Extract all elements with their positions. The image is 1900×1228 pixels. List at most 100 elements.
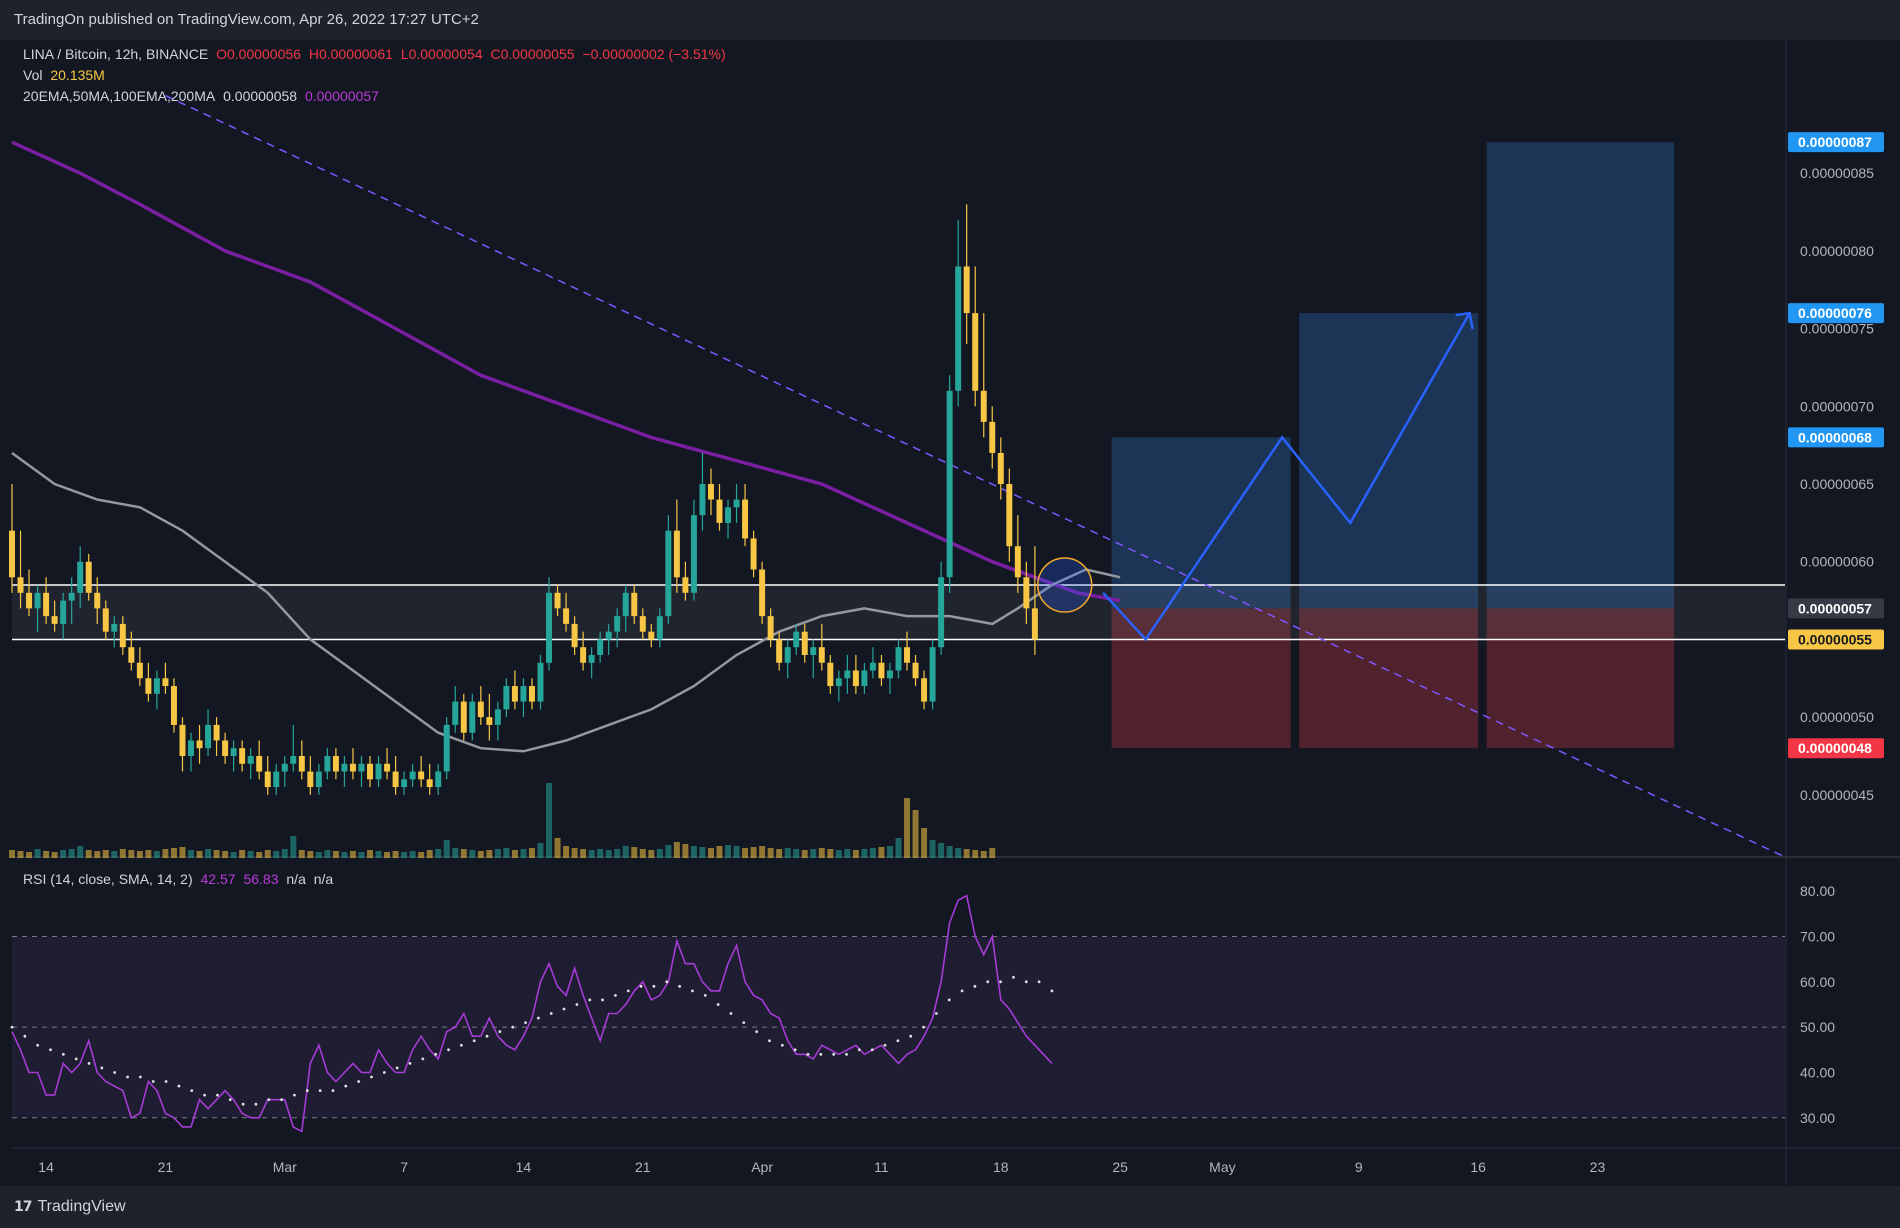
volume-bar (963, 849, 970, 858)
volume-bar (469, 850, 476, 858)
candle-body (256, 755, 263, 772)
volume-bar (486, 850, 493, 858)
candle-body (673, 530, 680, 578)
volume-bar (793, 849, 800, 858)
candle-body (409, 771, 416, 780)
rsi-sma-dot (536, 1016, 540, 1020)
rsi-sma-dot (305, 1089, 309, 1092)
volume-bar (503, 848, 510, 858)
candle-body (818, 647, 825, 663)
price-tick-label: 0.00000070 (1800, 398, 1874, 414)
volume-bar (375, 851, 382, 858)
price-chart[interactable]: 0.000000850.000000800.000000750.00000070… (0, 0, 1900, 1228)
volume-bar (332, 851, 339, 858)
candle-body (886, 670, 893, 679)
time-axis-ticks: 14 21 Mar 7 14 21 Apr 11 18 25 May 9 16 23 (38, 1159, 1605, 1175)
volume-bar (26, 852, 33, 858)
volume-bar (597, 849, 604, 858)
ma-label: 20EMA,50MA,100EMA,200MA (23, 88, 216, 104)
candle-body (213, 724, 220, 741)
tradingview-logo-text: TradingView (37, 1198, 126, 1215)
rsi-sma-dot (254, 1102, 258, 1106)
volume-bar (631, 847, 638, 858)
candle-body (827, 662, 834, 687)
rsi-sma-dot (382, 1071, 386, 1074)
rsi-sma-dot (819, 1052, 823, 1056)
volume-bar (60, 850, 67, 858)
candle-body (733, 499, 740, 508)
volume-bar (77, 846, 84, 858)
volume-bar (85, 850, 92, 858)
rsi-na-1: n/a (286, 871, 306, 887)
volume-bar (844, 849, 851, 858)
rsi-sma-dot (742, 1021, 746, 1024)
volume-bar (639, 849, 646, 858)
volume-bar (273, 851, 280, 858)
tradingview-logo[interactable]: 17 TradingView (14, 1198, 126, 1216)
volume-bar (111, 851, 118, 858)
rsi-sma-dot (357, 1080, 361, 1083)
low-value: L0.00000054 (400, 46, 483, 62)
volume-bar (878, 847, 885, 858)
candle-body (528, 686, 535, 702)
candle-body (230, 748, 237, 756)
volume-bar (315, 852, 322, 858)
candle-body (298, 755, 305, 772)
volume-bar (563, 846, 570, 858)
candle-body (17, 577, 24, 593)
candle-body (682, 577, 689, 593)
volume-bar (895, 838, 902, 858)
volume-bar (946, 846, 953, 858)
ma-legend: 20EMA,50MA,100EMA,200MA 0.00000058 0.000… (23, 88, 383, 104)
volume-bar (119, 849, 126, 858)
rsi-sma-dot (190, 1089, 194, 1092)
candle-body (588, 654, 595, 663)
rsi-sma-dot (485, 1034, 489, 1038)
rsi-sma-dot (23, 1034, 27, 1038)
rsi-sma-dot (511, 1025, 515, 1029)
candle-body (622, 592, 629, 617)
volume-bar (222, 851, 229, 858)
candle-body (571, 623, 578, 648)
candle-body (904, 647, 911, 663)
volume-bar (136, 851, 143, 858)
candle-body (725, 507, 732, 523)
time-tick-label: Apr (751, 1159, 773, 1175)
candle-body (358, 763, 365, 772)
volume-bar (614, 849, 621, 858)
candle-body (1006, 484, 1013, 547)
candle-body (699, 484, 706, 516)
volume-bar (170, 848, 177, 858)
time-tick-label: 14 (38, 1159, 54, 1175)
candle-body (546, 592, 552, 663)
volume-bar (247, 851, 254, 858)
volume-bar (690, 846, 697, 858)
time-tick-label: May (1209, 1159, 1235, 1175)
volume-bar (921, 828, 928, 858)
candle-body (477, 701, 484, 718)
candle-body (9, 530, 15, 578)
rsi-sma-dot (447, 1048, 450, 1052)
candle-body (102, 608, 109, 632)
candle-body (486, 717, 493, 725)
rsi-sma-dot (395, 1066, 399, 1070)
volume-bar (426, 850, 433, 858)
candle-body (375, 763, 382, 780)
candle-body (264, 771, 271, 788)
candle-body (153, 678, 160, 694)
ma-value-1: 0.00000058 (223, 88, 298, 104)
rsi-sma-dot (806, 1052, 810, 1056)
candle-body (162, 678, 169, 687)
price-tick-label: 0.00000065 (1800, 476, 1874, 492)
candles (9, 204, 1038, 795)
rsi-sma-dot (986, 980, 990, 984)
volume-bar (546, 783, 552, 858)
rsi-sma-dot (459, 1043, 463, 1047)
volume-bar (742, 848, 749, 858)
rsi-sma-dot (61, 1052, 65, 1056)
candle-body (460, 701, 467, 733)
volume-bar (188, 850, 194, 858)
volume-bar (256, 852, 263, 858)
volume-bar (94, 851, 101, 858)
time-tick-label: 23 (1590, 1159, 1606, 1175)
